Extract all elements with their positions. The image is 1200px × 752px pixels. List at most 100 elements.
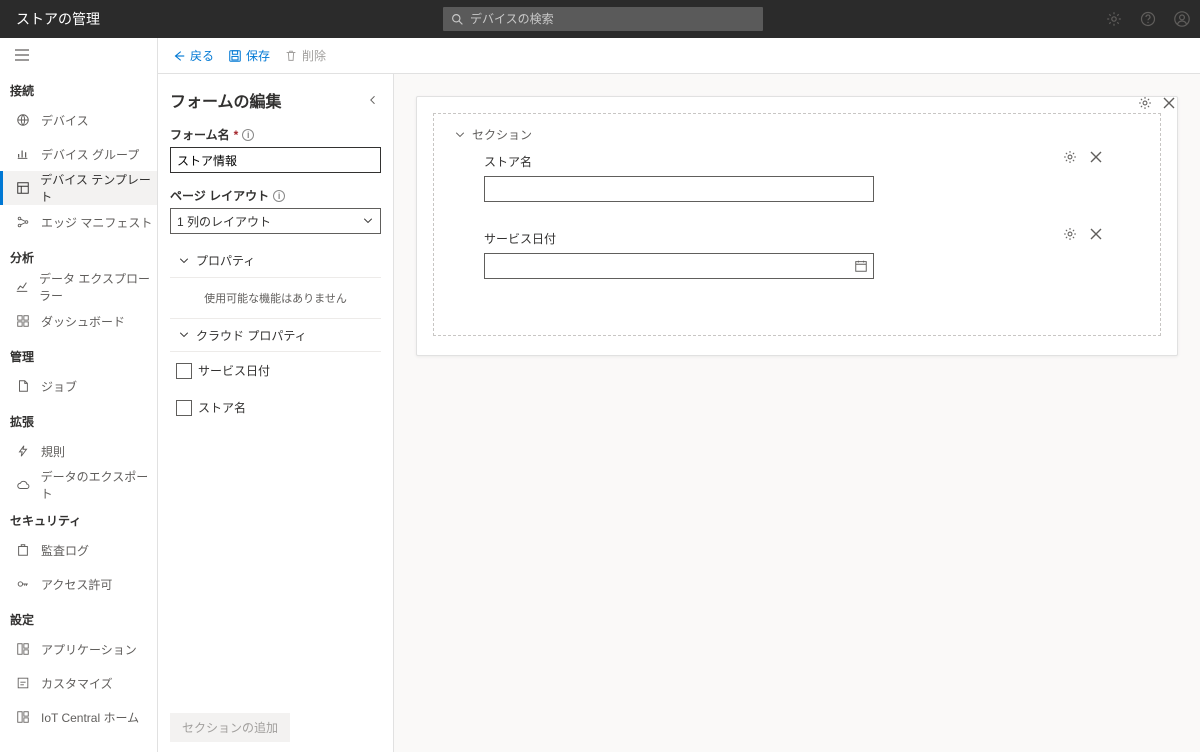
checkbox[interactable] [176, 400, 192, 416]
search-input[interactable] [470, 12, 755, 26]
info-icon[interactable]: i [273, 190, 285, 202]
clip-icon [15, 542, 31, 558]
info-icon[interactable]: i [242, 129, 254, 141]
nav-item-label: アプリケーション [41, 641, 137, 658]
nav-item-label: エッジ マニフェスト [41, 214, 152, 231]
nav-item-rules[interactable]: 規則 [0, 434, 157, 468]
nav-item-label: アクセス許可 [41, 576, 112, 593]
nav-item-label: カスタマイズ [41, 675, 113, 692]
chevron-down-icon [362, 215, 374, 227]
cloud-icon [15, 477, 31, 493]
nav-item-label: データ エクスプローラー [39, 270, 157, 304]
nav-item-iot-central-home[interactable]: IoT Central ホーム [0, 700, 157, 734]
delete-button: 削除 [284, 47, 326, 64]
form-field-store-name[interactable]: ストア名 [484, 153, 1104, 202]
back-label: 戻る [190, 47, 214, 64]
nav-item-label: ジョブ [41, 378, 77, 395]
nav-group-security: セキュリティ [0, 502, 157, 533]
chart-icon [15, 279, 29, 295]
nav-item-label: デバイス テンプレート [40, 171, 157, 205]
top-bar: ストアの管理 [0, 0, 1200, 38]
nav-item-label: ダッシュボード [41, 313, 125, 330]
save-label: 保存 [246, 47, 270, 64]
collapse-panel-icon[interactable] [365, 92, 381, 108]
nav-item-label: IoT Central ホーム [41, 709, 139, 726]
nav-item-application[interactable]: アプリケーション [0, 632, 157, 666]
properties-empty-message: 使用可能な機能はありません [170, 278, 381, 318]
check-label: サービス日付 [198, 362, 270, 379]
nav-item-label: 規則 [41, 443, 65, 460]
hamburger-icon[interactable] [14, 47, 30, 63]
left-nav: 接続 デバイス デバイス グループ デバイス テンプレート エッジ マニフェスト… [0, 38, 158, 752]
edit-panel: フォームの編集 フォーム名*i ページ レイアウトi 1 列のレイアウト [158, 74, 394, 752]
properties-tree-node[interactable]: プロパティ [170, 244, 381, 278]
form-section[interactable]: セクション ストア名 [433, 113, 1161, 336]
delete-label: 削除 [302, 47, 326, 64]
template-icon [15, 180, 30, 196]
select-value: 1 列のレイアウト [177, 213, 271, 230]
nav-group-settings: 設定 [0, 601, 157, 632]
back-button[interactable]: 戻る [172, 47, 214, 64]
form-name-input[interactable] [170, 147, 381, 173]
key-icon [15, 576, 31, 592]
app-icon [15, 641, 31, 657]
nav-item-label: データのエクスポート [41, 468, 157, 502]
nav-item-permissions[interactable]: アクセス許可 [0, 567, 157, 601]
page-layout-select[interactable]: 1 列のレイアウト [170, 208, 381, 234]
tree-label: クラウド プロパティ [196, 327, 307, 344]
cloud-prop-item[interactable]: ストア名 [170, 389, 381, 426]
nav-item-edge-manifests[interactable]: エッジ マニフェスト [0, 205, 157, 239]
calendar-icon[interactable] [853, 258, 869, 274]
dashboard-icon [15, 313, 31, 329]
settings-icon[interactable] [1106, 11, 1122, 27]
nav-item-dashboards[interactable]: ダッシュボード [0, 304, 157, 338]
field-input[interactable] [484, 253, 874, 279]
save-button[interactable]: 保存 [228, 47, 270, 64]
globe-icon [15, 112, 31, 128]
help-icon[interactable] [1140, 11, 1156, 27]
field-remove-icon[interactable] [1088, 226, 1104, 242]
doc-icon [15, 378, 31, 394]
chevron-down-icon[interactable] [454, 129, 466, 141]
nav-item-audit-logs[interactable]: 監査ログ [0, 533, 157, 567]
nav-item-label: デバイス [41, 112, 89, 129]
chevron-down-icon [178, 255, 190, 267]
panel-title: フォームの編集 [170, 88, 282, 112]
nav-item-devices[interactable]: デバイス [0, 103, 157, 137]
branch-icon [15, 214, 31, 230]
nav-item-customize[interactable]: カスタマイズ [0, 666, 157, 700]
nav-item-jobs[interactable]: ジョブ [0, 369, 157, 403]
field-label: サービス日付 [484, 230, 1104, 247]
search-box[interactable] [443, 7, 763, 31]
field-remove-icon[interactable] [1088, 149, 1104, 165]
cloud-prop-item[interactable]: サービス日付 [170, 352, 381, 389]
form-canvas: セクション ストア名 [394, 74, 1200, 752]
account-icon[interactable] [1174, 11, 1190, 27]
field-input[interactable] [484, 176, 874, 202]
nav-item-device-templates[interactable]: デバイス テンプレート [0, 171, 157, 205]
check-label: ストア名 [198, 399, 246, 416]
section-settings-icon[interactable] [1137, 95, 1153, 111]
nav-item-label: 監査ログ [41, 542, 89, 559]
nav-item-data-explorer[interactable]: データ エクスプローラー [0, 270, 157, 304]
nav-item-data-export[interactable]: データのエクスポート [0, 468, 157, 502]
page-layout-label: ページ レイアウトi [170, 187, 381, 204]
section-close-icon[interactable] [1161, 95, 1177, 111]
field-settings-icon[interactable] [1062, 226, 1078, 242]
app-icon [15, 709, 31, 725]
bars-icon [15, 146, 31, 162]
form-field-service-date[interactable]: サービス日付 [484, 230, 1104, 279]
field-label: ストア名 [484, 153, 1104, 170]
nav-group-manage: 管理 [0, 338, 157, 369]
checkbox[interactable] [176, 363, 192, 379]
nav-item-device-groups[interactable]: デバイス グループ [0, 137, 157, 171]
cloud-properties-tree-node[interactable]: クラウド プロパティ [170, 318, 381, 352]
custom-icon [15, 675, 31, 691]
nav-group-extend: 拡張 [0, 403, 157, 434]
add-section-button[interactable]: セクションの追加 [170, 713, 290, 742]
nav-group-connect: 接続 [0, 72, 157, 103]
search-icon [451, 13, 464, 26]
section-label: セクション [472, 126, 532, 143]
app-title: ストアの管理 [10, 9, 100, 29]
field-settings-icon[interactable] [1062, 149, 1078, 165]
